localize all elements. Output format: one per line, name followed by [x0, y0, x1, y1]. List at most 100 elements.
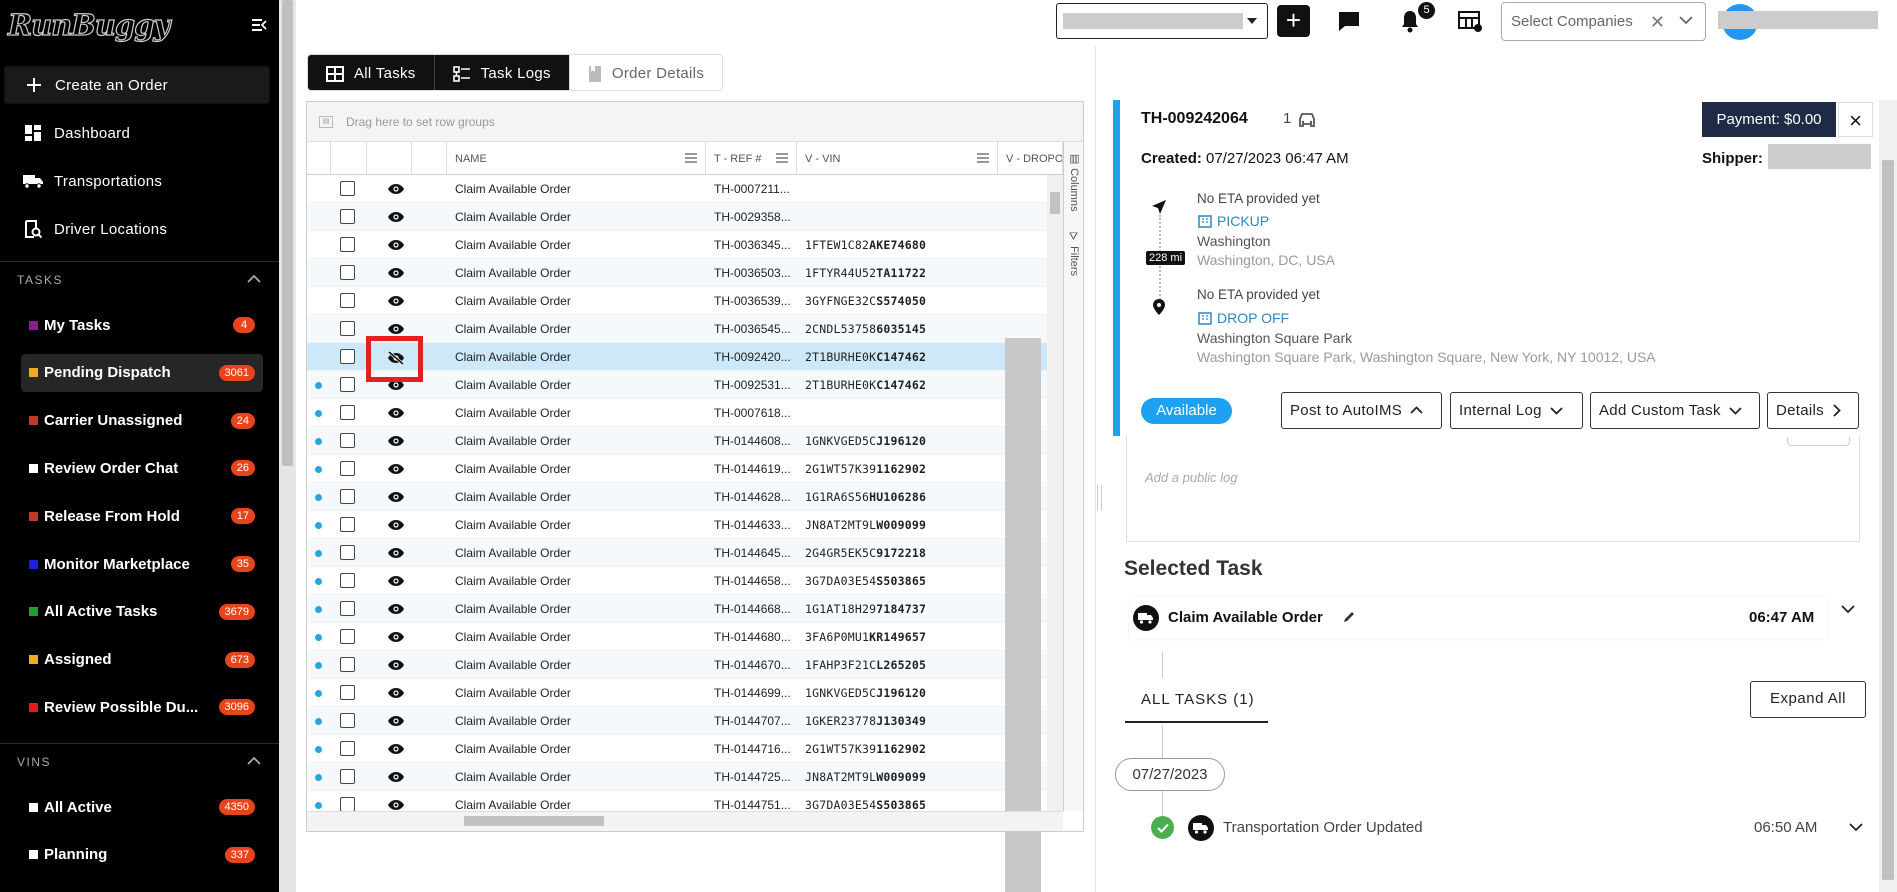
chevron-down-icon[interactable] — [1679, 15, 1693, 25]
post-to-autoims-button[interactable]: Post to AutoIMS — [1281, 392, 1442, 429]
add-custom-task-button[interactable]: Add Custom Task — [1590, 392, 1760, 429]
filters-panel-toggle[interactable]: ⛛ Filters — [1068, 232, 1080, 276]
eye-icon[interactable] — [387, 183, 405, 195]
collapse-sidebar-icon[interactable] — [250, 16, 268, 34]
expand-all-button[interactable]: Expand All — [1750, 681, 1866, 718]
sidebar-item-review-order-chat[interactable]: Review Order Chat 26 — [21, 449, 263, 487]
row-checkbox[interactable] — [340, 237, 355, 252]
chat-icon[interactable] — [1336, 9, 1362, 33]
eye-icon[interactable] — [387, 491, 405, 503]
order-search-select[interactable] — [1056, 3, 1268, 39]
clear-icon[interactable]: ✕ — [1650, 12, 1665, 33]
eye-icon[interactable] — [387, 211, 405, 223]
row-checkbox[interactable] — [340, 293, 355, 308]
eye-icon[interactable] — [387, 463, 405, 475]
grid-horizontal-scrollbar-thumb[interactable] — [464, 816, 604, 826]
header-name[interactable]: NAME — [447, 142, 706, 175]
row-checkbox[interactable] — [340, 377, 355, 392]
table-settings-icon[interactable] — [1457, 9, 1483, 33]
eye-icon[interactable] — [387, 295, 405, 307]
eye-icon[interactable] — [387, 547, 405, 559]
close-icon[interactable]: × — [1838, 102, 1873, 137]
table-row[interactable]: Claim Available Order TH-0144608... 1GNKVG… — [307, 427, 1047, 455]
row-checkbox[interactable] — [340, 517, 355, 532]
eye-icon[interactable] — [387, 743, 405, 755]
sidebar-item-assigned[interactable]: Assigned 673 — [21, 641, 263, 679]
header-vin[interactable]: V - VIN — [797, 142, 998, 175]
table-row[interactable]: Claim Available Order TH-0007211... — [307, 175, 1047, 203]
eye-icon[interactable] — [387, 631, 405, 643]
row-checkbox[interactable] — [340, 741, 355, 756]
table-row[interactable]: Claim Available Order TH-0036345... 1FTEW1… — [307, 231, 1047, 259]
details-button[interactable]: Details — [1767, 392, 1859, 429]
table-row[interactable]: Claim Available Order TH-0144628... 1G1RA6… — [307, 483, 1047, 511]
eye-icon[interactable] — [387, 715, 405, 727]
row-checkbox[interactable] — [340, 349, 355, 364]
pickup-link[interactable]: PICKUP — [1198, 213, 1269, 229]
eye-icon[interactable] — [387, 575, 405, 587]
eye-icon[interactable] — [387, 519, 405, 531]
eye-icon[interactable] — [387, 323, 405, 335]
selected-task-card[interactable]: Claim Available Order 06:47 AM — [1129, 597, 1828, 639]
eye-icon[interactable] — [387, 435, 405, 447]
row-checkbox[interactable] — [340, 685, 355, 700]
table-row[interactable]: Claim Available Order TH-0144707... 1GKER2… — [307, 707, 1047, 735]
eye-icon[interactable] — [387, 239, 405, 251]
table-row[interactable]: Claim Available Order TH-0144725... JN8AT2… — [307, 763, 1047, 791]
eye-icon[interactable] — [387, 659, 405, 671]
table-row[interactable]: Claim Available Order TH-0144633... JN8AT2… — [307, 511, 1047, 539]
grid-vertical-scrollbar-thumb[interactable] — [1050, 192, 1060, 214]
sidebar-item-monitor-marketplace[interactable]: Monitor Marketplace 35 — [21, 545, 263, 583]
sidebar-item-my-tasks[interactable]: My Tasks 4 — [21, 306, 263, 344]
row-checkbox[interactable] — [340, 321, 355, 336]
tab-all-tasks[interactable]: All Tasks — [308, 55, 434, 90]
nav-transportations[interactable]: Transportations — [4, 162, 270, 200]
row-checkbox[interactable] — [340, 629, 355, 644]
eye-icon[interactable] — [387, 267, 405, 279]
sidebar-item-release-from-hold[interactable]: Release From Hold 17 — [21, 497, 263, 535]
internal-log-button[interactable]: Internal Log — [1450, 392, 1583, 429]
resize-handle[interactable] — [1097, 485, 1102, 511]
sidebar-item-all-active[interactable]: All Active 4350 — [21, 788, 263, 826]
grid-vertical-scrollbar[interactable] — [1047, 175, 1063, 811]
sidebar-item-carrier-unassigned[interactable]: Carrier Unassigned 24 — [21, 402, 263, 440]
row-checkbox[interactable] — [340, 657, 355, 672]
row-checkbox[interactable] — [340, 405, 355, 420]
eye-icon[interactable] — [387, 771, 405, 783]
table-row[interactable]: Claim Available Order TH-0036503... 1FTYR4… — [307, 259, 1047, 287]
row-checkbox[interactable] — [340, 433, 355, 448]
header-ref[interactable]: T - REF # — [706, 142, 797, 175]
detail-scrollbar-thumb[interactable] — [1882, 160, 1894, 880]
table-row[interactable]: Claim Available Order TH-0144751... 3G7DA0… — [307, 791, 1047, 811]
eye-icon[interactable] — [387, 603, 405, 615]
public-log-input[interactable]: Add a public log — [1145, 470, 1238, 485]
table-row[interactable]: Claim Available Order TH-0144716... 2G1WT5… — [307, 735, 1047, 763]
edit-pencil-icon[interactable] — [1342, 610, 1356, 624]
table-row[interactable]: Claim Available Order TH-0144680... 3FA6P0… — [307, 623, 1047, 651]
chevron-down-icon[interactable] — [1841, 604, 1855, 614]
column-menu-icon[interactable] — [685, 153, 697, 163]
grid-horizontal-scrollbar[interactable] — [307, 811, 1063, 831]
row-checkbox[interactable] — [340, 461, 355, 476]
row-group-drop-zone[interactable]: ▤ Drag here to set row groups — [307, 102, 1083, 142]
sidebar-scrollbar-thumb[interactable] — [282, 0, 293, 466]
header-view-col[interactable] — [367, 142, 412, 175]
sidebar-item-all-active-tasks[interactable]: All Active Tasks 3679 — [21, 593, 263, 631]
row-checkbox[interactable] — [340, 601, 355, 616]
add-button[interactable]: + — [1277, 5, 1310, 37]
tasks-section-header[interactable]: TASKS — [0, 261, 279, 297]
sidebar-item-pending-dispatch[interactable]: Pending Dispatch 3061 — [21, 353, 263, 392]
row-checkbox[interactable] — [340, 265, 355, 280]
chevron-down-icon[interactable] — [1849, 822, 1863, 832]
column-menu-icon[interactable] — [776, 153, 788, 163]
header-dropoff[interactable]: V - DROPOFF — [998, 142, 1063, 175]
row-checkbox[interactable] — [340, 181, 355, 196]
chevron-up-icon[interactable] — [247, 756, 261, 766]
eye-icon[interactable] — [387, 407, 405, 419]
log-submit-button[interactable] — [1787, 437, 1850, 446]
dropoff-link[interactable]: DROP OFF — [1198, 310, 1289, 326]
nav-driver-locations[interactable]: Driver Locations — [4, 210, 270, 248]
row-checkbox[interactable] — [340, 209, 355, 224]
column-menu-icon[interactable] — [977, 153, 989, 163]
table-row[interactable]: Claim Available Order TH-0144658... 3G7DA0… — [307, 567, 1047, 595]
